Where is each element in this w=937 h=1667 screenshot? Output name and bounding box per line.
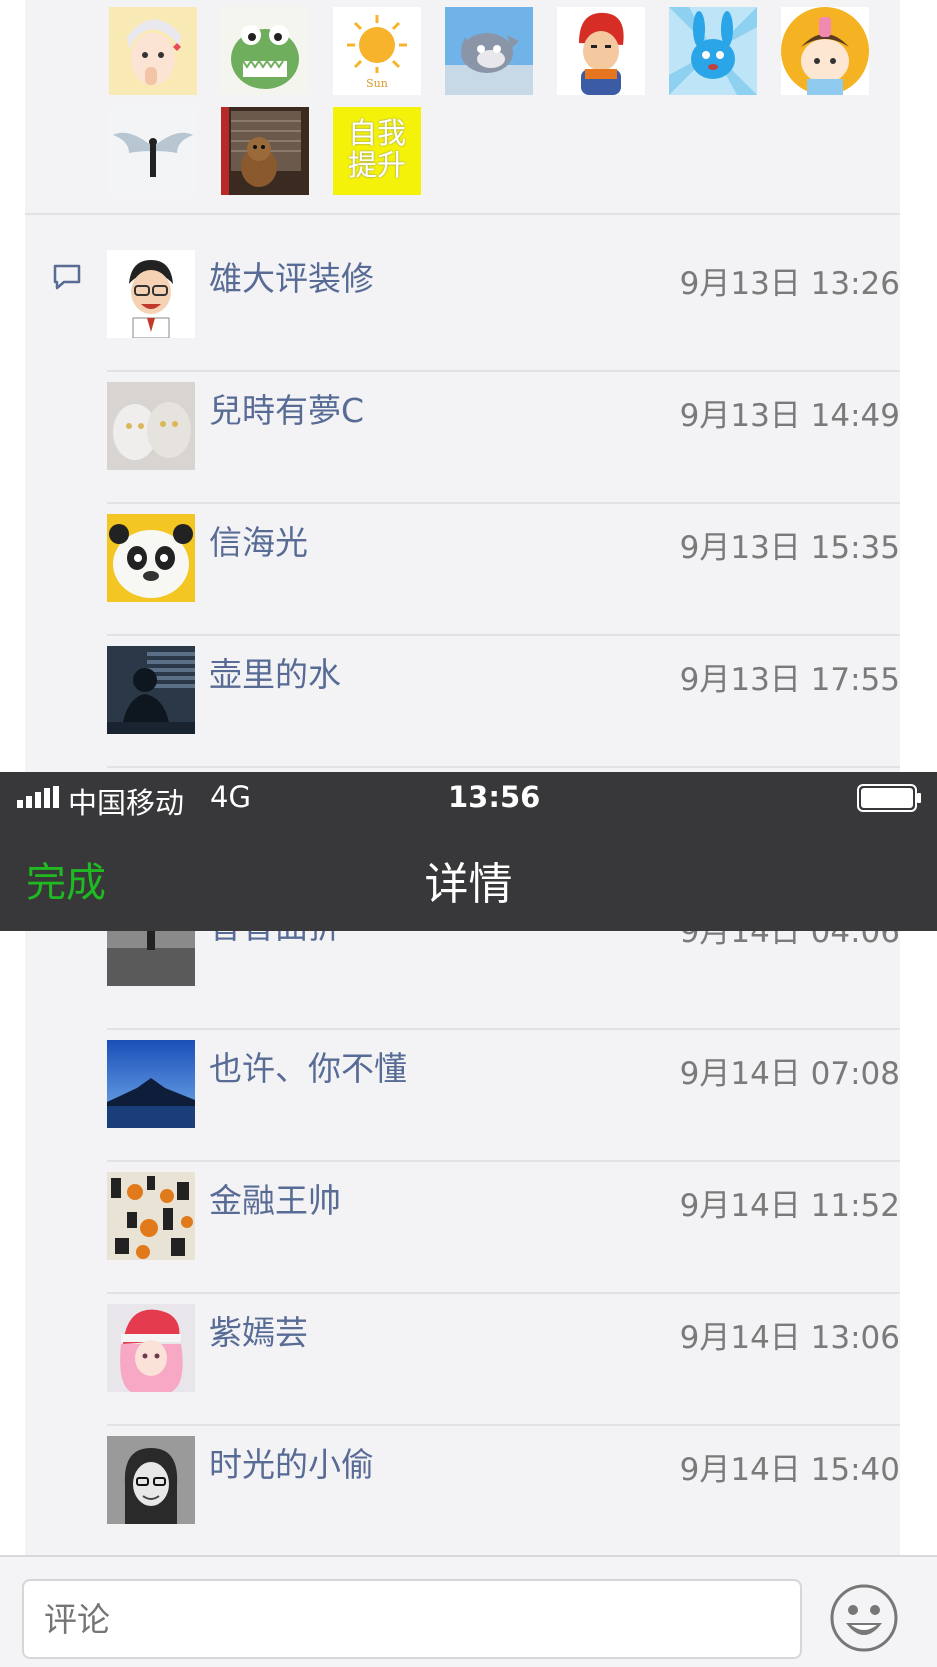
clock: 13:56: [448, 780, 541, 814]
svg-text:Sun: Sun: [366, 77, 388, 90]
avatar[interactable]: [107, 382, 195, 470]
commenter-name[interactable]: 也许、你不懂: [209, 1042, 407, 1090]
like-avatar[interactable]: [669, 7, 757, 95]
done-button[interactable]: 完成: [26, 850, 106, 908]
comment-input[interactable]: [22, 1579, 802, 1659]
comment-row[interactable]: 紫嫣芸 9月14日 13:06: [25, 1294, 900, 1426]
like-avatar[interactable]: [445, 7, 533, 95]
self-improve-text: 自我 提升: [347, 116, 406, 182]
emoji-face-icon[interactable]: [829, 1583, 899, 1653]
signal-bars-icon: [17, 786, 59, 808]
comment-row[interactable]: 雄大评装修 9月13日 13:26: [25, 240, 900, 372]
like-avatar[interactable]: [557, 7, 645, 95]
commenter-name[interactable]: 紫嫣芸: [209, 1306, 308, 1354]
like-avatar[interactable]: [109, 107, 197, 195]
comment-row[interactable]: 金融王帅 9月14日 11:52: [25, 1162, 900, 1294]
commenter-name[interactable]: 金融王帅: [209, 1174, 341, 1222]
avatar[interactable]: [107, 250, 195, 338]
comment-time: 9月13日 13:26: [679, 266, 900, 302]
comment-time: 9月13日 14:49: [679, 398, 900, 434]
commenter-name[interactable]: 信海光: [209, 516, 308, 564]
avatar[interactable]: [107, 1040, 195, 1128]
battery-full-icon: [857, 784, 923, 812]
avatar[interactable]: [107, 646, 195, 734]
comment-row[interactable]: 也许、你不懂 9月14日 07:08: [25, 1030, 900, 1162]
like-avatar[interactable]: 自我 提升: [333, 107, 421, 195]
avatar[interactable]: [107, 1304, 195, 1392]
commenter-name[interactable]: 壶里的水: [209, 648, 341, 696]
navigation-bar: 详情 完成: [0, 822, 937, 931]
comment-time: 9月13日 15:35: [679, 530, 900, 566]
commenter-name[interactable]: 雄大评装修: [209, 252, 374, 300]
status-bar: 中国移动 4G 13:56: [0, 772, 937, 822]
comment-row[interactable]: 壶里的水 9月13日 17:55: [25, 636, 900, 768]
comment-row[interactable]: 兒時有夢C 9月13日 14:49: [25, 372, 900, 504]
network-label: 4G: [210, 780, 251, 814]
like-avatar[interactable]: [781, 7, 869, 95]
commenter-name[interactable]: 兒時有夢C: [209, 384, 364, 432]
like-avatar[interactable]: [109, 7, 197, 95]
comment-time: 9月14日 15:40: [679, 1452, 900, 1488]
like-avatar[interactable]: [221, 7, 309, 95]
like-avatar[interactable]: [221, 107, 309, 195]
comment-bar: [0, 1555, 937, 1667]
comment-time: 9月14日 11:52: [679, 1188, 900, 1224]
comment-time: 9月14日 13:06: [679, 1320, 900, 1356]
comment-row[interactable]: 时光的小偷 9月14日 15:40: [25, 1426, 900, 1558]
commenter-name[interactable]: 时光的小偷: [209, 1438, 374, 1486]
comment-time: 9月13日 17:55: [679, 662, 900, 698]
avatar[interactable]: [107, 1436, 195, 1524]
like-avatar[interactable]: Sun: [333, 7, 421, 95]
carrier-label: 中国移动: [68, 786, 185, 820]
page-title: 详情: [424, 859, 513, 910]
avatar[interactable]: [107, 514, 195, 602]
likes-area: Sun 自我 提升: [25, 0, 900, 215]
comment-row[interactable]: 信海光 9月13日 15:35: [25, 504, 900, 636]
avatar[interactable]: [107, 1172, 195, 1260]
comment-time: 9月14日 07:08: [679, 1056, 900, 1092]
likes-divider: [25, 213, 900, 215]
